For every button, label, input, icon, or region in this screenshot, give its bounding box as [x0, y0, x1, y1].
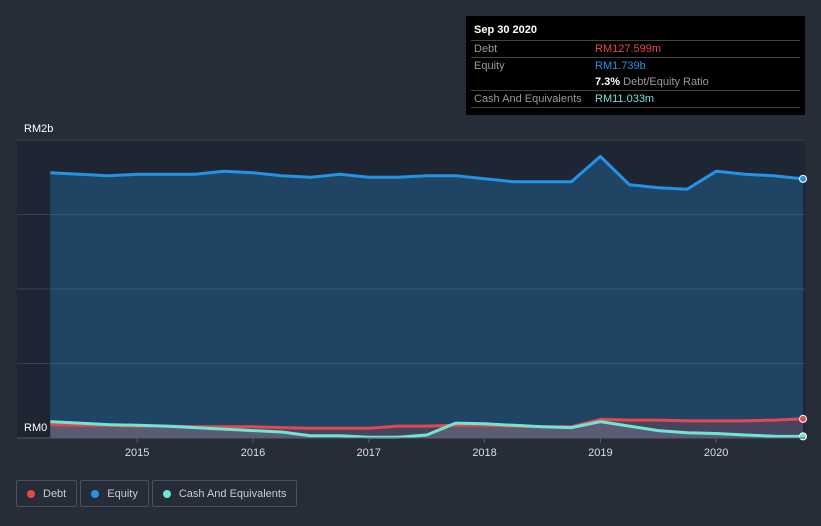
- y-tick-zero: RM0: [24, 422, 48, 434]
- debt-label: Debt: [474, 43, 498, 55]
- tooltip-debt-row: Debt RM127.599m: [471, 40, 800, 57]
- equity-dot-icon: [91, 489, 100, 498]
- tooltip-equity-row: Equity RM1.739b: [471, 57, 800, 74]
- x-tick-label: 2016: [241, 447, 265, 459]
- cash-and-equivalents-end-point[interactable]: [799, 432, 807, 441]
- ratio-value: 7.3%: [595, 76, 621, 88]
- tooltip-cash-row: Cash And Equivalents RM11.033m: [471, 90, 800, 108]
- legend-label: Equity: [107, 487, 138, 500]
- tooltip-date: Sep 30 2020: [474, 24, 537, 36]
- legend-cash[interactable]: Cash And Equivalents: [151, 480, 298, 507]
- x-tick-label: 2018: [472, 447, 496, 459]
- debt-value: RM127.599m: [595, 43, 662, 55]
- tooltip: Sep 30 2020 Debt RM127.599m Equity RM1.739…: [466, 16, 805, 115]
- x-tick-label: 2019: [588, 447, 612, 459]
- legend-equity[interactable]: Equity: [80, 480, 149, 507]
- x-tick-label: 2015: [125, 447, 149, 459]
- debt-end-point[interactable]: [799, 414, 807, 423]
- tooltip-ratio-row: 7.3% Debt/Equity Ratio: [471, 74, 800, 90]
- legend-debt[interactable]: Debt: [16, 480, 78, 507]
- equity-value: RM1.739b: [595, 60, 646, 72]
- equity-area: [50, 156, 804, 438]
- legend-label: Debt: [43, 487, 67, 500]
- y-tick-top: RM2b: [24, 123, 54, 135]
- x-tick-label: 2020: [704, 447, 728, 459]
- cash-dot-icon: [162, 489, 171, 498]
- cash-value: RM11.033m: [595, 93, 655, 105]
- legend: Debt Equity Cash And Equivalents: [16, 480, 298, 507]
- cash-label: Cash And Equivalents: [474, 93, 582, 105]
- equity-label: Equity: [474, 60, 505, 72]
- equity-end-point[interactable]: [799, 174, 807, 183]
- ratio-label: Debt/Equity Ratio: [623, 76, 709, 88]
- legend-label: Cash And Equivalents: [178, 487, 287, 500]
- x-tick-label: 2017: [357, 447, 381, 459]
- debt-dot-icon: [27, 489, 35, 498]
